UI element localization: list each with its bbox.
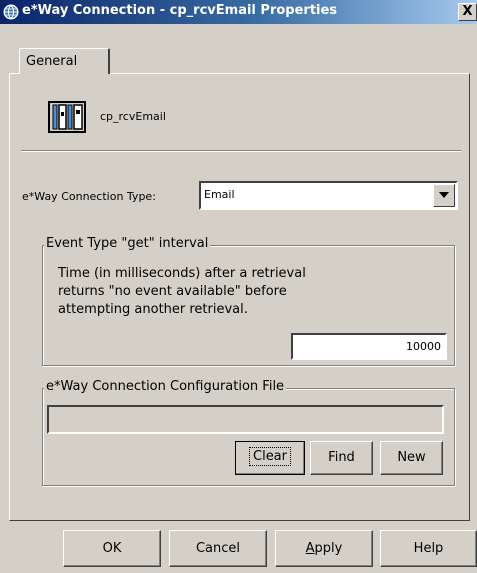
connection-type-value: Email [204,188,235,201]
tab-general[interactable]: General [19,48,110,74]
new-button-label: New [397,450,426,465]
dropdown-button[interactable] [433,184,455,207]
event-interval-group-title: Event Type "get" interval [44,236,211,251]
apply-button-label: Apply [306,541,343,556]
close-icon: X [462,4,473,19]
tab-general-label: General [26,54,78,69]
properties-dialog: e*Way Connection - cp_rcvEmail Propertie… [0,0,477,573]
connection-type-label: e*Way Connection Type: [22,190,156,203]
interval-description-line: returns "no event available" before [58,284,287,299]
find-button-label: Find [328,450,355,465]
interval-description-line: Time (in milliseconds) after a retrieval [58,266,306,281]
interval-description-line: attempting another retrieval. [58,302,248,317]
clear-button[interactable]: Clear [235,441,305,475]
apply-label-rest: pply [314,541,343,556]
close-button[interactable]: X [458,3,477,21]
separator [21,150,461,152]
find-button[interactable]: Find [310,441,373,475]
globe-icon [3,4,19,20]
new-button[interactable]: New [380,441,443,475]
connection-point-icon [48,101,86,133]
interval-input[interactable]: 10000 [291,333,447,360]
connection-type-select[interactable]: Email [199,181,458,210]
help-button-label: Help [413,541,444,556]
help-button[interactable]: Help [380,530,477,567]
cancel-button[interactable]: Cancel [169,530,267,567]
cancel-button-label: Cancel [195,541,241,556]
ok-button[interactable]: OK [63,530,161,567]
chevron-down-icon [439,192,449,198]
config-file-field[interactable] [47,405,444,434]
component-name: cp_rcvEmail [100,110,166,123]
window-title: e*Way Connection - cp_rcvEmail Propertie… [22,3,338,18]
apply-button[interactable]: Apply [275,530,373,567]
apply-mnemonic: A [305,541,315,556]
config-file-group-title: e*Way Connection Configuration File [44,379,287,394]
clear-button-label: Clear [249,447,291,466]
ok-button-label: OK [102,541,122,556]
title-bar[interactable]: e*Way Connection - cp_rcvEmail Propertie… [0,0,477,24]
